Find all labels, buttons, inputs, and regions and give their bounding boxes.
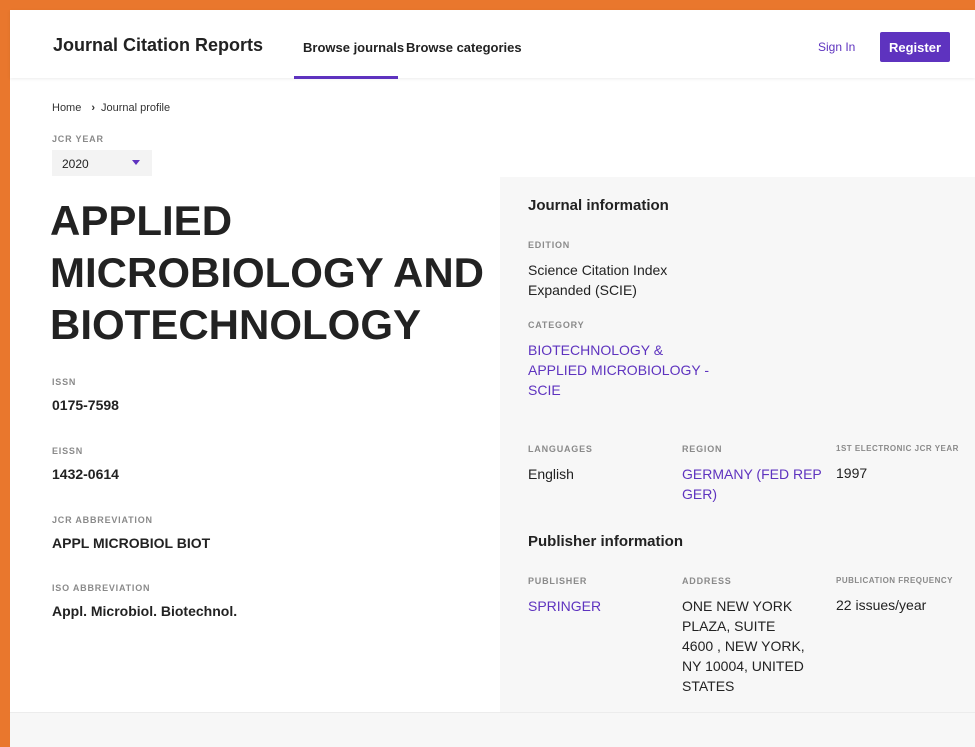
top-nav: Journal Citation Reports Browse journals… — [10, 10, 975, 79]
breadcrumb-home[interactable]: Home — [52, 102, 81, 114]
jcr-year-value: 2020 — [62, 157, 89, 171]
journal-title: APPLIED MICROBIOLOGY AND BIOTECHNOLOGY — [50, 195, 500, 351]
first-jcr-year-value: 1997 — [836, 465, 868, 481]
active-tab-indicator — [294, 76, 398, 79]
address-line: NY 10004, UNITED — [682, 658, 804, 674]
nav-browse-journals[interactable]: Browse journals — [303, 40, 404, 55]
publisher-link[interactable]: SPRINGER — [528, 596, 668, 616]
issn-field: ISSN 0175-7598 — [52, 377, 119, 413]
address-line: PLAZA, SUITE — [682, 618, 776, 634]
iso-abbreviation-value: Appl. Microbiol. Biotechnol. — [52, 603, 238, 619]
register-button[interactable]: Register — [880, 32, 950, 62]
publication-frequency-value: 22 issues/year — [836, 597, 927, 613]
region-line: GER) — [682, 486, 717, 502]
edition-label: EDITION — [528, 240, 571, 250]
address-label: ADDRESS — [682, 576, 732, 586]
iso-abbreviation-label: ISO ABBREVIATION — [52, 583, 151, 593]
journal-title-line: BIOTECHNOLOGY — [50, 301, 422, 348]
chevron-right-icon: › — [91, 102, 96, 114]
address-field: ADDRESS ONE NEW YORK PLAZA, SUITE 4600 ,… — [682, 576, 827, 696]
caret-down-icon — [132, 160, 140, 165]
iso-abbreviation-field: ISO ABBREVIATION Appl. Microbiol. Biotec… — [52, 583, 237, 619]
journal-title-line: MICROBIOLOGY AND — [50, 249, 485, 296]
region-line: GERMANY (FED REP — [682, 466, 822, 482]
category-label: CATEGORY — [528, 320, 585, 330]
publication-frequency-label: PUBLICATION FREQUENCY — [836, 576, 954, 585]
issn-value: 0175-7598 — [52, 397, 119, 413]
jcr-abbreviation-value: APPL MICROBIOL BIOT — [52, 535, 211, 551]
region-link[interactable]: GERMANY (FED REP GER) — [682, 464, 827, 504]
breadcrumb: Home › Journal profile — [52, 102, 170, 114]
edition-field: EDITION Science Citation Index Expanded … — [528, 240, 748, 300]
languages-label: LANGUAGES — [528, 444, 593, 454]
jcr-year-select[interactable]: 2020 — [52, 150, 152, 176]
publisher-information-heading: Publisher information — [528, 533, 684, 550]
issn-label: ISSN — [52, 377, 77, 387]
region-field: REGION GERMANY (FED REP GER) — [682, 444, 827, 504]
category-line: SCIE — [528, 382, 561, 398]
nav-browse-categories[interactable]: Browse categories — [406, 40, 522, 55]
category-line: APPLIED MICROBIOLOGY - — [528, 362, 710, 378]
eissn-label: EISSN — [52, 446, 84, 456]
address-line: 4600 , NEW YORK, — [682, 638, 805, 654]
journal-information-heading: Journal information — [528, 197, 669, 214]
publisher-field: PUBLISHER SPRINGER — [528, 576, 668, 616]
jcr-abbreviation-field: JCR ABBREVIATION APPL MICROBIOL BIOT — [52, 515, 210, 551]
eissn-field: EISSN 1432-0614 — [52, 446, 119, 482]
first-jcr-year-field: 1ST ELECTRONIC JCR YEAR 1997 — [836, 444, 972, 483]
jcr-year-label: JCR YEAR — [52, 134, 104, 144]
region-label: REGION — [682, 444, 723, 454]
first-jcr-year-label: 1ST ELECTRONIC JCR YEAR — [836, 444, 959, 453]
breadcrumb-current: Journal profile — [101, 102, 171, 114]
journal-title-line: APPLIED — [50, 197, 233, 244]
edition-line: Science Citation Index — [528, 262, 668, 278]
address-line: ONE NEW YORK — [682, 598, 793, 614]
category-link[interactable]: BIOTECHNOLOGY & APPLIED MICROBIOLOGY - S… — [528, 340, 748, 400]
category-field: CATEGORY BIOTECHNOLOGY & APPLIED MICROBI… — [528, 320, 748, 400]
brand-logo[interactable]: Journal Citation Reports — [53, 35, 263, 56]
publisher-label: PUBLISHER — [528, 576, 588, 586]
category-line: BIOTECHNOLOGY & — [528, 342, 664, 358]
footer-area — [10, 712, 975, 747]
sign-in-link[interactable]: Sign In — [818, 40, 855, 54]
languages-value: English — [528, 466, 574, 482]
edition-line: Expanded (SCIE) — [528, 282, 637, 298]
jcr-abbreviation-label: JCR ABBREVIATION — [52, 515, 153, 525]
address-line: STATES — [682, 678, 735, 694]
edition-value: Science Citation Index Expanded (SCIE) — [528, 260, 748, 300]
info-panel: Journal information EDITION Science Cita… — [500, 177, 975, 712]
address-value: ONE NEW YORK PLAZA, SUITE 4600 , NEW YOR… — [682, 596, 827, 696]
publication-frequency-field: PUBLICATION FREQUENCY 22 issues/year — [836, 576, 972, 615]
eissn-value: 1432-0614 — [52, 466, 119, 482]
languages-field: LANGUAGES English — [528, 444, 668, 484]
